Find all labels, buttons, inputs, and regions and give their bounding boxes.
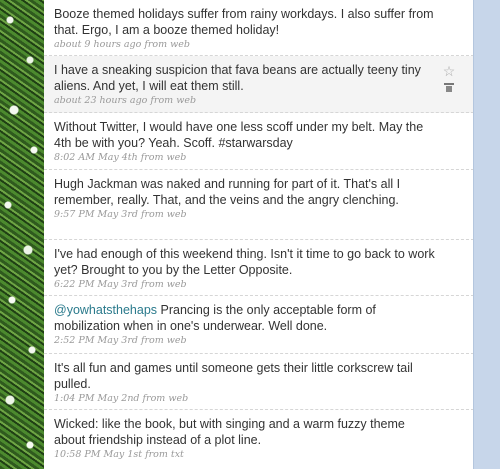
- tweet-text: Without Twitter, I would have one less s…: [54, 120, 424, 150]
- tweet-text: Hugh Jackman was naked and running for p…: [54, 177, 401, 207]
- tweet-meta[interactable]: 2:52 PM May 3rd from web: [54, 335, 438, 347]
- star-icon[interactable]: ☆: [442, 64, 456, 78]
- tweet-actions: ☆: [442, 64, 456, 92]
- mention-link[interactable]: @yowhatsthehaps: [54, 303, 157, 317]
- tweet-item: Hugh Jackman was naked and running for p…: [44, 170, 474, 240]
- tweet-text: It's all fun and games until someone get…: [54, 361, 413, 391]
- background-grass-daisies: [0, 0, 44, 469]
- tweet-text: I've had enough of this weekend thing. I…: [54, 247, 435, 277]
- tweet-text: Booze themed holidays suffer from rainy …: [54, 7, 434, 37]
- tweet-meta[interactable]: 1:04 PM May 2nd from web: [54, 393, 438, 405]
- tweet-text: I have a sneaking suspicion that fava be…: [54, 63, 421, 93]
- tweet-item: I have a sneaking suspicion that fava be…: [44, 56, 474, 113]
- tweet-text: Wicked: like the book, but with singing …: [54, 417, 405, 447]
- tweet-item: I've had enough of this weekend thing. I…: [44, 240, 474, 296]
- tweet-meta[interactable]: 8:02 AM May 4th from web: [54, 152, 438, 164]
- tweet-item: It's all fun and games until someone get…: [44, 354, 474, 410]
- tweet-meta[interactable]: 6:22 PM May 3rd from web: [54, 279, 438, 291]
- sidebar: [473, 0, 500, 469]
- tweet-meta[interactable]: 9:57 PM May 3rd from web: [54, 209, 438, 221]
- tweet-meta[interactable]: about 9 hours ago from web: [54, 39, 438, 51]
- trash-icon[interactable]: [444, 83, 454, 92]
- tweet-meta[interactable]: 10:58 PM May 1st from txt: [54, 449, 438, 461]
- tweet-meta[interactable]: about 23 hours ago from web: [54, 95, 438, 107]
- tweet-item: Wicked: like the book, but with singing …: [44, 410, 474, 469]
- tweet-item: @yowhatsthehaps Prancing is the only acc…: [44, 296, 474, 354]
- tweet-text: @yowhatsthehaps Prancing is the only acc…: [54, 302, 438, 334]
- tweet-item: Booze themed holidays suffer from rainy …: [44, 0, 474, 56]
- timeline: Booze themed holidays suffer from rainy …: [44, 0, 474, 469]
- tweet-item: Without Twitter, I would have one less s…: [44, 113, 474, 170]
